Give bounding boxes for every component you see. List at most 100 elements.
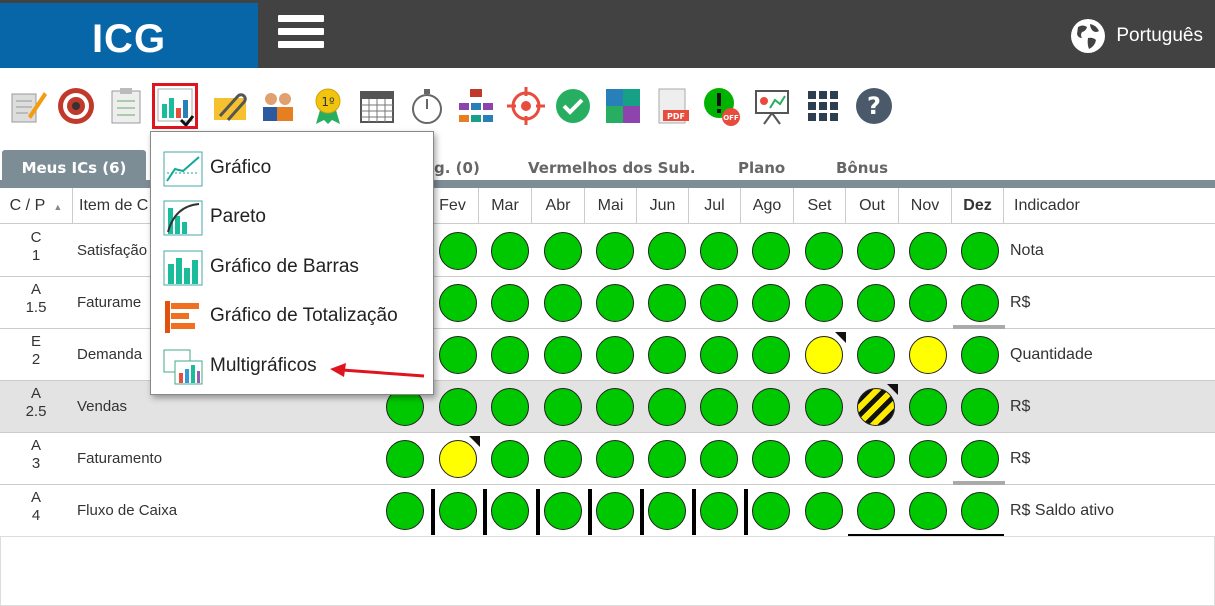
status-dot[interactable]: [752, 284, 790, 322]
menu-item-totalizacao[interactable]: Gráfico de Totalização: [163, 297, 425, 337]
team-icon[interactable]: [258, 86, 298, 126]
row-item[interactable]: Faturame: [77, 277, 141, 329]
status-dot[interactable]: [648, 232, 686, 270]
status-dot[interactable]: [596, 284, 634, 322]
status-dot[interactable]: [596, 388, 634, 426]
status-dot[interactable]: [544, 336, 582, 374]
menu-icon[interactable]: [278, 15, 324, 55]
pdf-icon[interactable]: PDF: [653, 86, 693, 126]
status-dot[interactable]: [491, 440, 529, 478]
status-dot[interactable]: [700, 232, 738, 270]
award-icon[interactable]: 1º: [308, 86, 348, 126]
status-dot[interactable]: [491, 232, 529, 270]
status-dot[interactable]: [805, 232, 843, 270]
status-dot[interactable]: [961, 440, 999, 478]
status-dot[interactable]: [857, 492, 895, 530]
status-dot[interactable]: [752, 336, 790, 374]
status-dot[interactable]: [752, 492, 790, 530]
status-dot[interactable]: [439, 336, 477, 374]
checkmark-icon[interactable]: [553, 86, 593, 126]
table-row[interactable]: A3 Faturamento R$: [0, 433, 1215, 485]
status-dot[interactable]: [909, 492, 947, 530]
status-dot[interactable]: [700, 440, 738, 478]
status-dot[interactable]: [961, 232, 999, 270]
status-dot[interactable]: [544, 492, 582, 530]
status-dot[interactable]: [700, 284, 738, 322]
status-dot[interactable]: [857, 232, 895, 270]
puzzle-icon[interactable]: [603, 86, 643, 126]
status-dot[interactable]: [700, 492, 738, 530]
status-dot[interactable]: [544, 232, 582, 270]
status-dot[interactable]: [700, 388, 738, 426]
menu-item-barras[interactable]: Gráfico de Barras: [163, 248, 425, 288]
status-dot[interactable]: [909, 336, 947, 374]
row-item[interactable]: Fluxo de Caixa: [77, 485, 177, 537]
charts-icon[interactable]: [152, 83, 198, 129]
status-dot[interactable]: [857, 284, 895, 322]
status-dot[interactable]: [857, 440, 895, 478]
status-dot[interactable]: [805, 440, 843, 478]
crosshair-icon[interactable]: [506, 86, 546, 126]
status-dot[interactable]: [961, 492, 999, 530]
status-dot[interactable]: [491, 284, 529, 322]
status-dot[interactable]: [648, 388, 686, 426]
status-dot[interactable]: [805, 492, 843, 530]
status-dot[interactable]: [596, 232, 634, 270]
status-dot[interactable]: [544, 440, 582, 478]
status-dot[interactable]: [491, 336, 529, 374]
presentation-icon[interactable]: [752, 86, 792, 126]
attachment-icon[interactable]: [210, 86, 250, 126]
status-dot[interactable]: [386, 492, 424, 530]
status-dot[interactable]: [752, 232, 790, 270]
status-dot[interactable]: [909, 388, 947, 426]
status-dot[interactable]: [439, 232, 477, 270]
hierarchy-icon[interactable]: [456, 86, 496, 126]
status-dot[interactable]: [491, 388, 529, 426]
status-dot[interactable]: [439, 284, 477, 322]
header-cp[interactable]: C / P ▲: [0, 188, 72, 224]
status-dot[interactable]: [596, 336, 634, 374]
status-dot[interactable]: [752, 388, 790, 426]
help-icon[interactable]: ?: [854, 86, 894, 126]
status-dot[interactable]: [648, 492, 686, 530]
target-icon[interactable]: [56, 86, 96, 126]
row-item[interactable]: Vendas: [77, 381, 127, 433]
menu-item-pareto[interactable]: Pareto: [163, 198, 425, 238]
row-item[interactable]: Faturamento: [77, 433, 162, 485]
status-dot[interactable]: [596, 492, 634, 530]
status-dot[interactable]: [909, 440, 947, 478]
status-dot[interactable]: [805, 284, 843, 322]
header-item[interactable]: Item de C: [72, 188, 152, 224]
status-dot[interactable]: [544, 388, 582, 426]
menu-item-grafico[interactable]: Gráfico: [163, 149, 425, 189]
status-dot[interactable]: [909, 284, 947, 322]
status-dot[interactable]: [961, 336, 999, 374]
status-dot[interactable]: [961, 388, 999, 426]
calendar-icon[interactable]: [357, 86, 397, 126]
table-row[interactable]: A4 Fluxo de Caixa R$ Saldo ativo: [0, 485, 1215, 538]
row-item[interactable]: Demanda: [77, 329, 142, 381]
status-dot[interactable]: [857, 336, 895, 374]
edit-icon[interactable]: [8, 86, 48, 126]
status-dot[interactable]: [386, 440, 424, 478]
grid-icon[interactable]: [803, 86, 843, 126]
status-dot[interactable]: [961, 284, 999, 322]
status-dot[interactable]: [596, 440, 634, 478]
status-dot[interactable]: [439, 492, 477, 530]
status-dot[interactable]: [544, 284, 582, 322]
status-dot[interactable]: [648, 336, 686, 374]
status-dot[interactable]: [752, 440, 790, 478]
row-item[interactable]: Satisfação: [77, 225, 147, 277]
language-selector[interactable]: Português: [1070, 18, 1203, 54]
status-dot[interactable]: [491, 492, 529, 530]
status-dot[interactable]: [648, 440, 686, 478]
charts-dropdown-menu: Gráfico Pareto Gráfico de Barras Gráfico…: [150, 131, 434, 395]
alert-off-icon[interactable]: OFF: [702, 86, 742, 126]
status-dot[interactable]: [805, 388, 843, 426]
status-dot[interactable]: [909, 232, 947, 270]
stopwatch-icon[interactable]: [407, 86, 447, 126]
status-dot[interactable]: [700, 336, 738, 374]
status-dot[interactable]: [439, 388, 477, 426]
status-dot[interactable]: [648, 284, 686, 322]
checklist-icon[interactable]: [106, 86, 146, 126]
